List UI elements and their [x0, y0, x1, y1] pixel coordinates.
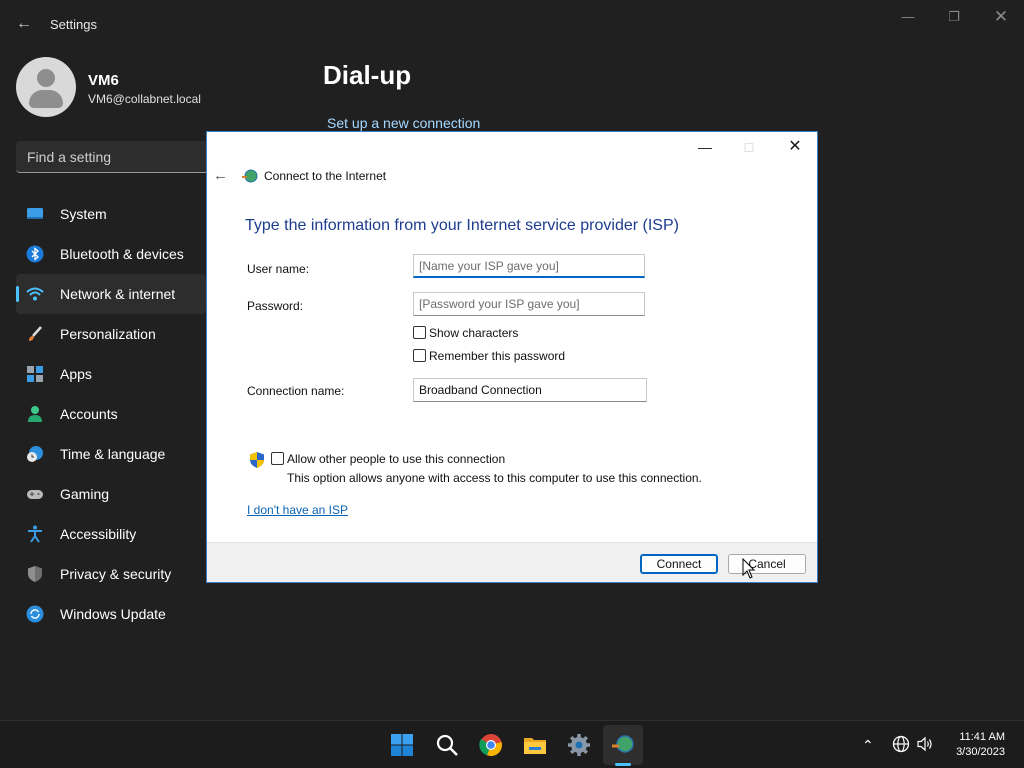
password-label: Password:: [247, 299, 304, 313]
password-field[interactable]: [413, 292, 645, 316]
connection-name-field[interactable]: [413, 378, 647, 402]
sidebar-nav: System Bluetooth & devices Network & int…: [16, 194, 206, 634]
connection-name-label: Connection name:: [247, 384, 345, 398]
sidebar-item-label: Bluetooth & devices: [60, 246, 184, 262]
user-email: VM6@collabnet.local: [88, 92, 201, 106]
sidebar-item-accessibility[interactable]: Accessibility: [16, 514, 206, 554]
wifi-icon: [26, 287, 44, 301]
username-field[interactable]: [413, 254, 645, 278]
sidebar-item-label: Privacy & security: [60, 566, 172, 582]
apps-icon: [27, 366, 43, 382]
show-characters-label: Show characters: [429, 326, 519, 340]
allow-others-checkbox[interactable]: [271, 452, 284, 465]
dialog-title: Connect to the Internet: [264, 169, 387, 183]
maximize-icon[interactable]: ❐: [939, 8, 969, 26]
sidebar-item-label: Accounts: [60, 406, 118, 422]
monitor-icon: [27, 208, 43, 219]
sidebar-item-privacy-security[interactable]: Privacy & security: [16, 554, 206, 594]
user-name: VM6: [88, 72, 119, 89]
dialog-minimize-icon[interactable]: —: [691, 138, 719, 156]
connect-dialog: — □ ✕ ← Connect to the Internet Type the…: [206, 131, 818, 583]
sidebar-item-network[interactable]: Network & internet: [16, 274, 206, 314]
sidebar-item-label: Gaming: [60, 486, 110, 502]
clock-date: 3/30/2023: [956, 746, 1005, 758]
close-icon[interactable]: ✕: [986, 8, 1016, 26]
arrow-left-icon[interactable]: ←: [14, 14, 34, 34]
search-placeholder: Find a setting: [27, 149, 112, 165]
remember-password-label: Remember this password: [429, 349, 566, 363]
person-icon: [28, 406, 42, 422]
globe-clock-icon: [27, 446, 43, 462]
sidebar-item-apps[interactable]: Apps: [16, 354, 206, 394]
globe-network-icon[interactable]: [892, 735, 910, 753]
remember-password-checkbox[interactable]: [413, 349, 426, 362]
sidebar-item-label: Apps: [60, 366, 92, 382]
network-wizard-icon[interactable]: [611, 733, 635, 757]
sidebar-item-bluetooth[interactable]: Bluetooth & devices: [16, 234, 206, 274]
mouse-cursor-icon: [742, 558, 756, 579]
sidebar-item-windows-update[interactable]: Windows Update: [16, 594, 206, 634]
sidebar-item-personalization[interactable]: Personalization: [16, 314, 206, 354]
file-explorer-icon[interactable]: [523, 733, 547, 757]
sidebar-item-label: Time & language: [60, 446, 166, 462]
taskbar: ⌃ 11:41 AM 3/30/2023: [0, 720, 1024, 768]
sidebar-item-time-language[interactable]: Time & language: [16, 434, 206, 474]
clock-time: 11:41 AM: [959, 731, 1005, 743]
update-icon: [26, 605, 44, 623]
connect-button[interactable]: Connect: [640, 554, 718, 574]
settings-icon[interactable]: [567, 733, 591, 757]
sidebar-item-label: Network & internet: [60, 286, 176, 302]
sidebar-item-label: System: [60, 206, 107, 222]
sidebar-item-gaming[interactable]: Gaming: [16, 474, 206, 514]
bluetooth-icon: [26, 245, 44, 263]
user-profile[interactable]: VM6 VM6@collabnet.local: [16, 57, 206, 117]
avatar: [16, 57, 76, 117]
dialog-heading: Type the information from your Internet …: [245, 217, 679, 234]
search-icon[interactable]: [435, 733, 459, 757]
sidebar-item-label: Personalization: [60, 326, 156, 342]
cancel-button[interactable]: Cancel: [728, 554, 806, 574]
setup-connection-link[interactable]: Set up a new connection: [327, 115, 480, 131]
start-icon[interactable]: [390, 733, 414, 757]
sidebar-item-label: Windows Update: [60, 606, 166, 622]
sidebar-item-accounts[interactable]: Accounts: [16, 394, 206, 434]
no-isp-link[interactable]: I don't have an ISP: [247, 503, 348, 517]
username-label: User name:: [247, 262, 310, 276]
volume-icon[interactable]: [916, 735, 934, 753]
brush-icon: [29, 326, 42, 341]
title-bar: ← Settings — ❐ ✕: [0, 0, 1024, 48]
network-globe-icon: [242, 169, 258, 183]
system-clock[interactable]: 11:41 AM 3/30/2023: [956, 730, 1005, 760]
shield-icon: [28, 566, 42, 582]
uac-shield-icon: [250, 452, 264, 468]
accessibility-icon: [28, 525, 42, 543]
search-input[interactable]: Find a setting: [16, 141, 216, 173]
allow-others-note: This option allows anyone with access to…: [287, 471, 702, 485]
active-app-indicator: [615, 763, 631, 766]
chevron-up-icon[interactable]: ⌃: [862, 737, 874, 754]
sidebar-item-label: Accessibility: [60, 526, 137, 542]
show-characters-checkbox[interactable]: [413, 326, 426, 339]
dialog-footer: Connect Cancel: [207, 542, 817, 582]
dialog-back-icon[interactable]: ←: [213, 168, 231, 184]
chrome-icon[interactable]: [479, 733, 503, 757]
page-title: Dial-up: [323, 60, 412, 90]
gamepad-icon: [27, 490, 43, 499]
app-title: Settings: [50, 17, 97, 32]
allow-others-label: Allow other people to use this connectio…: [287, 452, 506, 466]
dialog-maximize-icon: □: [744, 139, 754, 155]
sidebar-item-system[interactable]: System: [16, 194, 206, 234]
dialog-close-icon[interactable]: ✕: [781, 138, 809, 156]
minimize-icon[interactable]: —: [893, 8, 923, 26]
